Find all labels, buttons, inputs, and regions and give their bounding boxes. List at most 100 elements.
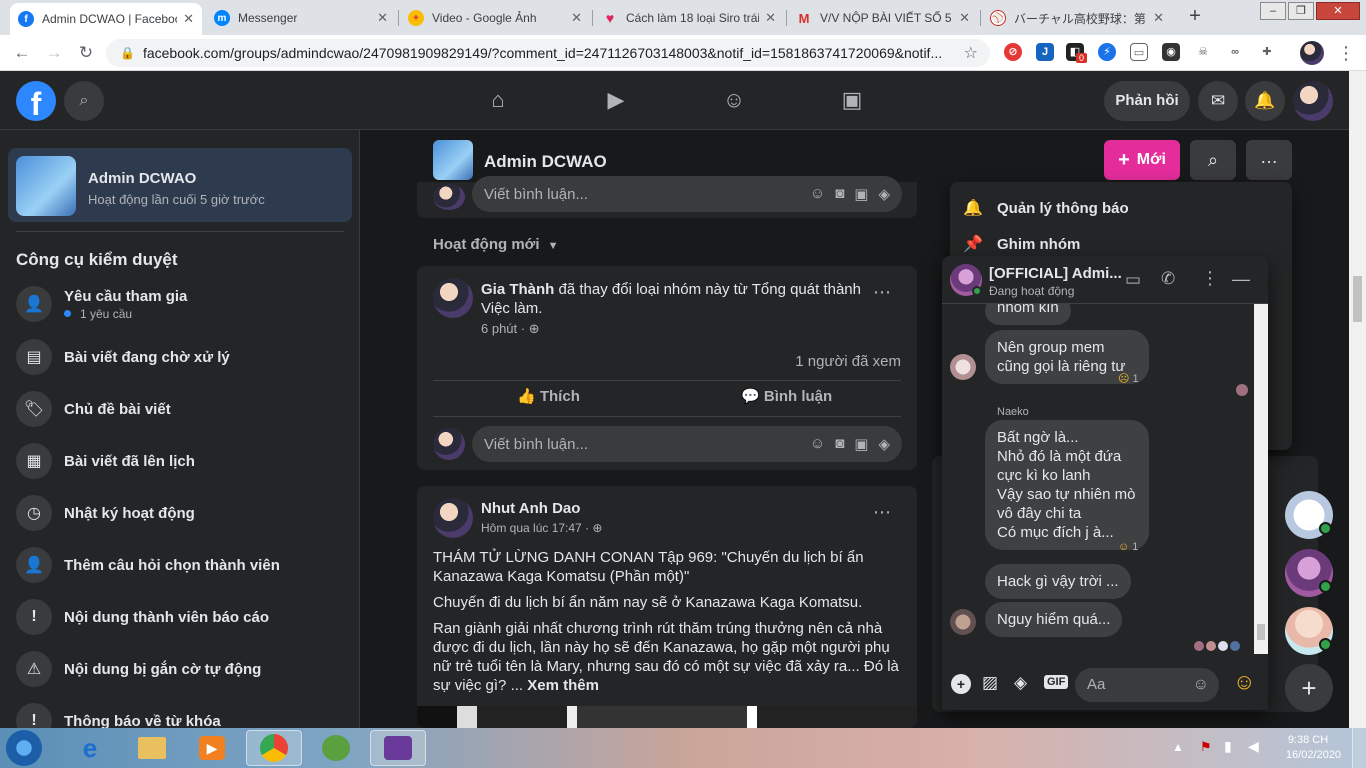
file-explorer-icon[interactable] <box>124 730 180 766</box>
sidebar-item-auto-flagged[interactable]: ⚠ Nội dung bị gắn cờ tự động <box>16 647 261 691</box>
profile-avatar[interactable] <box>1300 41 1324 65</box>
sidebar-item-activity-log[interactable]: ◷ Nhật ký hoạt động <box>16 491 195 535</box>
close-tab-icon[interactable]: ✕ <box>377 10 388 26</box>
tab-google-photos[interactable]: ✦ Video - Google Ảnh ✕ <box>400 3 590 33</box>
chat-options-icon[interactable]: ⋮ <box>1201 268 1219 289</box>
chat-name[interactable]: [OFFICIAL] Admi... <box>989 265 1122 282</box>
media-player-icon[interactable]: ▶ <box>184 730 240 766</box>
sidebar-item-membership-questions[interactable]: 👤 Thêm câu hỏi chọn thành viên <box>16 543 280 587</box>
minimize-chat-icon[interactable]: — <box>1232 269 1250 290</box>
photo-icon[interactable]: ▨ <box>982 673 998 693</box>
post-author[interactable]: Nhut Anh Dao <box>481 500 580 517</box>
see-more-link[interactable]: Xem thêm <box>527 677 599 694</box>
reload-icon[interactable]: ↻ <box>74 41 98 65</box>
gif-icon[interactable]: GIF <box>1044 675 1069 689</box>
post-author[interactable]: Gia Thành <box>481 281 554 298</box>
new-tab-button[interactable]: + <box>1184 5 1206 27</box>
close-tab-icon[interactable]: ✕ <box>183 11 194 27</box>
sidebar-item-scheduled-posts[interactable]: ▦ Bài viết đã lên lịch <box>16 439 195 483</box>
network-icon[interactable]: ▮ <box>1224 738 1232 755</box>
messenger-icon[interactable]: ✉ <box>1198 81 1238 121</box>
restore-window-button[interactable]: ❐ <box>1288 2 1314 20</box>
close-tab-icon[interactable]: ✕ <box>959 10 970 26</box>
tab-facebook[interactable]: f Admin DCWAO | Facebook ✕ <box>10 3 202 35</box>
puzzle-extension-icon[interactable]: ✚ <box>1258 43 1276 61</box>
comment-input[interactable]: Viết bình luận... ☺ ◙ ▣ ◈ <box>472 426 902 462</box>
tray-expand-icon[interactable]: ▲ <box>1172 740 1184 754</box>
message-input[interactable]: Aa ☺ <box>1075 668 1219 702</box>
phone-call-icon[interactable]: ✆ <box>1161 269 1175 289</box>
extension-icon[interactable]: ⊘ <box>1004 43 1022 61</box>
tab-messenger[interactable]: m Messenger ✕ <box>206 3 396 33</box>
author-avatar[interactable] <box>433 498 473 538</box>
address-bar[interactable]: 🔒 facebook.com/groups/admindcwao/2470981… <box>106 39 990 67</box>
back-arrow-icon[interactable]: ← <box>10 41 34 65</box>
sidebar-item-join-requests[interactable]: 👤 Yêu cầu tham gia 1 yêu cầu <box>16 282 187 326</box>
close-tab-icon[interactable]: ✕ <box>765 10 776 26</box>
chat-extension-icon[interactable]: ▭ <box>1130 43 1148 61</box>
close-tab-icon[interactable]: ✕ <box>571 10 582 26</box>
search-icon[interactable]: ⌕ <box>64 81 104 121</box>
video-call-icon[interactable]: ▭ <box>1125 270 1141 290</box>
comment-button[interactable]: 💬 Bình luận <box>741 387 832 405</box>
chat-header[interactable]: [OFFICIAL] Admi... Đang hoạt động ▭ ✆ ⋮ … <box>942 256 1268 304</box>
chrome-menu-icon[interactable]: ⋮ <box>1334 41 1358 65</box>
mask-extension-icon[interactable]: ◉ <box>1162 43 1180 61</box>
tab-gmail[interactable]: M V/V NỘP BÀI VIẾT SỐ 5 ✕ <box>788 3 978 33</box>
watch-video-icon[interactable]: ▶ <box>601 85 631 115</box>
notifications-bell-icon[interactable]: 🔔 <box>1245 81 1285 121</box>
app-parrot-icon[interactable] <box>308 730 364 766</box>
menu-item-manage-notifications[interactable]: 🔔 Quản lý thông báo <box>962 190 1129 226</box>
scrollbar-thumb[interactable] <box>1353 276 1362 322</box>
ghost-extension-icon[interactable]: ☠ <box>1194 43 1212 61</box>
add-attachment-icon[interactable]: + <box>951 674 971 694</box>
extension-icon[interactable]: J <box>1036 43 1054 61</box>
forward-arrow-icon[interactable]: → <box>42 41 66 65</box>
close-tab-icon[interactable]: ✕ <box>1153 10 1164 26</box>
sidebar-item-post-topics[interactable]: 🏷 Chủ đề bài viết <box>16 387 171 431</box>
sticker-icon[interactable]: ◈ <box>1014 673 1027 693</box>
tray-flag-icon[interactable]: ⚑ <box>1200 739 1212 755</box>
close-window-button[interactable]: ✕ <box>1316 2 1360 20</box>
feed-sort-dropdown[interactable]: Hoạt động mới ▼ <box>433 236 559 253</box>
show-desktop-button[interactable] <box>1352 728 1366 768</box>
chrome-taskbar-icon[interactable] <box>246 730 302 766</box>
comment-input[interactable]: Viết bình luận... ☺ ◙ ▣ ◈ <box>472 176 902 212</box>
seen-count[interactable]: 1 người đã xem <box>795 353 901 370</box>
facebook-logo-icon[interactable]: f <box>16 81 56 122</box>
clock[interactable]: 9:38 CH 16/02/2020 <box>1286 734 1341 761</box>
new-message-button[interactable]: + <box>1285 664 1333 712</box>
group-search-icon[interactable]: ⌕ <box>1190 140 1236 180</box>
bookmark-star-icon[interactable]: ☆ <box>964 43 978 63</box>
account-avatar[interactable] <box>1293 81 1333 121</box>
new-post-button[interactable]: + Mới <box>1104 140 1180 180</box>
start-button-icon[interactable] <box>6 730 42 766</box>
more-options-icon[interactable]: … <box>1246 140 1292 180</box>
sidebar-item-pending-posts[interactable]: ▤ Bài viết đang chờ xử lý <box>16 335 230 379</box>
minimize-window-button[interactable]: – <box>1260 2 1286 20</box>
like-button[interactable]: 👍 Thích <box>517 387 580 405</box>
chat-scrollbar[interactable] <box>1254 304 1268 654</box>
group-header-card[interactable]: Admin DCWAO Hoạt động lần cuối 5 giờ trư… <box>8 148 352 222</box>
page-scrollbar[interactable] <box>1349 71 1366 728</box>
author-avatar[interactable] <box>433 278 473 318</box>
manga-image[interactable] <box>417 706 917 728</box>
gaming-icon[interactable]: ▣ <box>837 85 867 115</box>
emoji-icon[interactable]: ☺ <box>1193 668 1209 702</box>
tab-baseball[interactable]: ⚾ バーチャル高校野球：第 ✕ <box>982 3 1172 33</box>
groups-icon[interactable]: ☺ <box>719 85 749 115</box>
volume-icon[interactable]: ◀ <box>1248 738 1259 755</box>
extension-icon[interactable]: ⚡ <box>1098 43 1116 61</box>
tab-siro[interactable]: ♥ Cách làm 18 loại Siro trái cây ✕ <box>594 3 784 33</box>
internet-explorer-icon[interactable]: e <box>62 730 118 766</box>
post-options-icon[interactable]: ⋯ <box>873 282 891 303</box>
link-extension-icon[interactable]: ∞ <box>1226 43 1244 61</box>
post-options-icon[interactable]: ⋯ <box>873 502 891 523</box>
emoji-send-icon[interactable]: ☺ <box>1233 669 1255 695</box>
video-editor-icon[interactable] <box>370 730 426 766</box>
sidebar-item-member-reported[interactable]: ! Nội dung thành viên báo cáo <box>16 595 269 639</box>
scrollbar-thumb[interactable] <box>1257 624 1265 640</box>
home-icon[interactable]: ⌂ <box>483 85 513 115</box>
reply-button[interactable]: Phản hồi <box>1104 81 1190 121</box>
sidebar-item-keyword-alerts[interactable]: ! Thông báo về từ khóa <box>16 699 221 728</box>
